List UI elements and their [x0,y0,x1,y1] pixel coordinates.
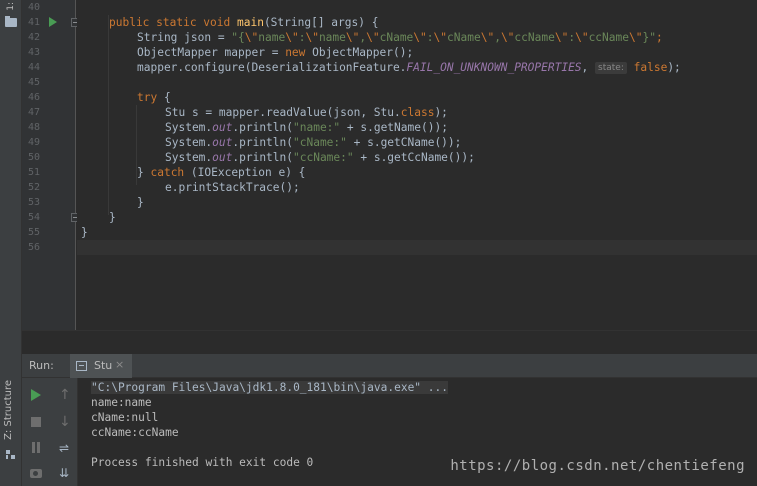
folder-icon [5,16,17,27]
structure-tool-button[interactable]: Z: Structure [3,380,19,450]
stop-button[interactable] [27,413,45,431]
code-line-47: Stu s = mapper.readValue(json, Stu.class… [165,106,448,119]
code-line-50: System.out.println("ccName:" + s.getCcNa… [165,151,475,164]
soft-wrap-button[interactable]: ⇌ [56,439,74,457]
left-tool-strip: 1: Z: Structure [0,0,22,486]
code-line-41: public static void main(String[] args) { [109,16,379,29]
soft-wrap-icon: ⇌ [59,441,70,455]
line-number: 52 [27,182,40,193]
line-number: 55 [27,227,40,238]
arrow-up-icon: ↑ [59,387,71,403]
run-panel-label: Run: [29,359,54,372]
pause-button[interactable] [27,439,45,457]
rerun-button[interactable] [27,386,45,404]
code-line-49: System.out.println("cName:" + s.getCName… [165,136,462,149]
console-line: name:name [91,396,152,409]
editor-gutter: 40 41 42 43 44 45 46 47 48 49 50 51 52 5… [22,0,80,330]
line-number: 47 [27,107,40,118]
structure-label: Z: Structure [3,380,14,440]
up-button[interactable]: ↑ [56,386,74,404]
down-button[interactable]: ↓ [56,413,74,431]
line-number: 40 [27,2,40,13]
scroll-to-end-icon: ⇊ [59,466,70,480]
code-line-51: } catch (IOException e) { [137,166,306,179]
console-exit-line: Process finished with exit code 0 [91,456,314,469]
run-toolbar: ↑ ↓ ⇌ ⇊ [22,378,78,486]
line-number: 41 [27,17,40,28]
line-number: 54 [27,212,40,223]
console-command-line[interactable]: "C:\Program Files\Java\jdk1.8.0_181\bin\… [91,380,448,395]
scroll-to-end-button[interactable]: ⇊ [56,464,74,482]
caret-row-highlight [77,240,757,255]
console-icon [76,361,87,371]
project-tool-button[interactable]: 1: [0,2,22,30]
code-line-42: String json = "{\"name\":\"name\",\"cNam… [137,31,663,44]
code-line-48: System.out.println("name:" + s.getName()… [165,121,448,134]
line-number: 53 [27,197,40,208]
editor-run-divider[interactable] [22,330,757,354]
code-line-54: } [109,211,116,224]
line-number: 56 [27,242,40,253]
line-number: 51 [27,167,40,178]
parameter-hint: state: [595,62,627,74]
run-panel-header: Run: Stu × [22,354,757,378]
code-line-46: try { [137,91,171,104]
line-number: 50 [27,152,40,163]
close-icon[interactable]: × [115,358,124,371]
line-number: 45 [27,77,40,88]
line-number: 43 [27,47,40,58]
code-line-55: } [81,226,88,239]
structure-icon [6,450,16,460]
line-number: 42 [27,32,40,43]
watermark: https://blog.csdn.net/chentiefeng [450,458,745,474]
pause-icon [32,442,40,453]
line-number: 44 [27,62,40,73]
line-number: 49 [27,137,40,148]
console-line: ccName:ccName [91,426,179,439]
run-tab-stu[interactable]: Stu × [70,354,132,378]
play-icon [31,389,41,401]
indent-guide [108,15,109,215]
console-line: cName:null [91,411,159,424]
snapshot-button[interactable] [27,464,45,482]
code-line-52: e.printStackTrace(); [165,181,300,194]
project-tab-number: 1: [6,2,16,11]
run-arrow-icon[interactable] [49,17,57,27]
line-number: 48 [27,122,40,133]
stop-icon [31,417,41,427]
camera-icon [30,469,42,478]
arrow-down-icon: ↓ [59,414,71,430]
code-line-53: } [137,196,144,209]
code-line-43: ObjectMapper mapper = new ObjectMapper()… [137,46,414,59]
code-editor[interactable]: public static void main(String[] args) {… [77,0,757,330]
run-tab-label: Stu [94,359,113,372]
code-line-44: mapper.configure(DeserializationFeature.… [137,61,681,74]
line-number: 46 [27,92,40,103]
